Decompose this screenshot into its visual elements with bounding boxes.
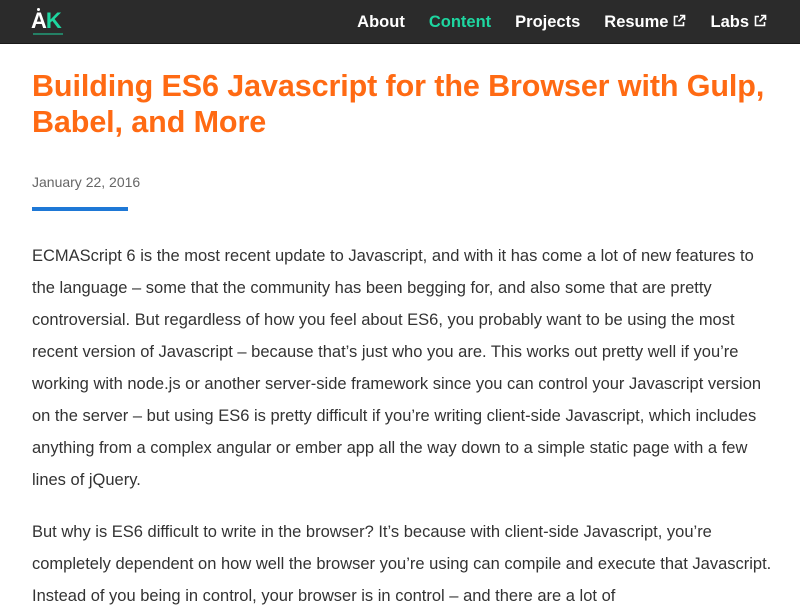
top-navbar: AK About Content Projects Resume Labs (0, 0, 800, 44)
article-title: Building ES6 Javascript for the Browser … (32, 69, 765, 139)
site-logo[interactable]: AK (31, 6, 71, 38)
logo-letter-k: K (45, 8, 62, 33)
nav-links: About Content Projects Resume Labs (333, 0, 767, 44)
logo-underline (33, 33, 63, 35)
nav-link-label: Projects (515, 12, 581, 31)
external-link-icon (753, 14, 767, 28)
external-link-icon (672, 14, 686, 28)
article-paragraph: ECMAScript 6 is the most recent update t… (32, 247, 762, 489)
nav-link-resume[interactable]: Resume (604, 13, 686, 32)
nav-link-label: About (357, 12, 405, 31)
nav-link-label: Resume (604, 12, 669, 31)
nav-link-content[interactable]: Content (429, 13, 491, 32)
article-date: January 22, 2016 (32, 174, 141, 190)
nav-link-label: Content (428, 12, 492, 31)
nav-link-projects[interactable]: Projects (515, 13, 580, 32)
nav-link-label: Labs (710, 12, 749, 31)
nav-link-labs[interactable]: Labs (710, 13, 767, 32)
logo-dot (37, 8, 40, 11)
title-divider (32, 207, 128, 211)
article-paragraph: But why is ES6 difficult to write in the… (32, 523, 772, 605)
article-content: Building ES6 Javascript for the Browser … (32, 68, 772, 612)
logo-letter-a: A (31, 8, 47, 33)
nav-link-about[interactable]: About (357, 13, 405, 32)
